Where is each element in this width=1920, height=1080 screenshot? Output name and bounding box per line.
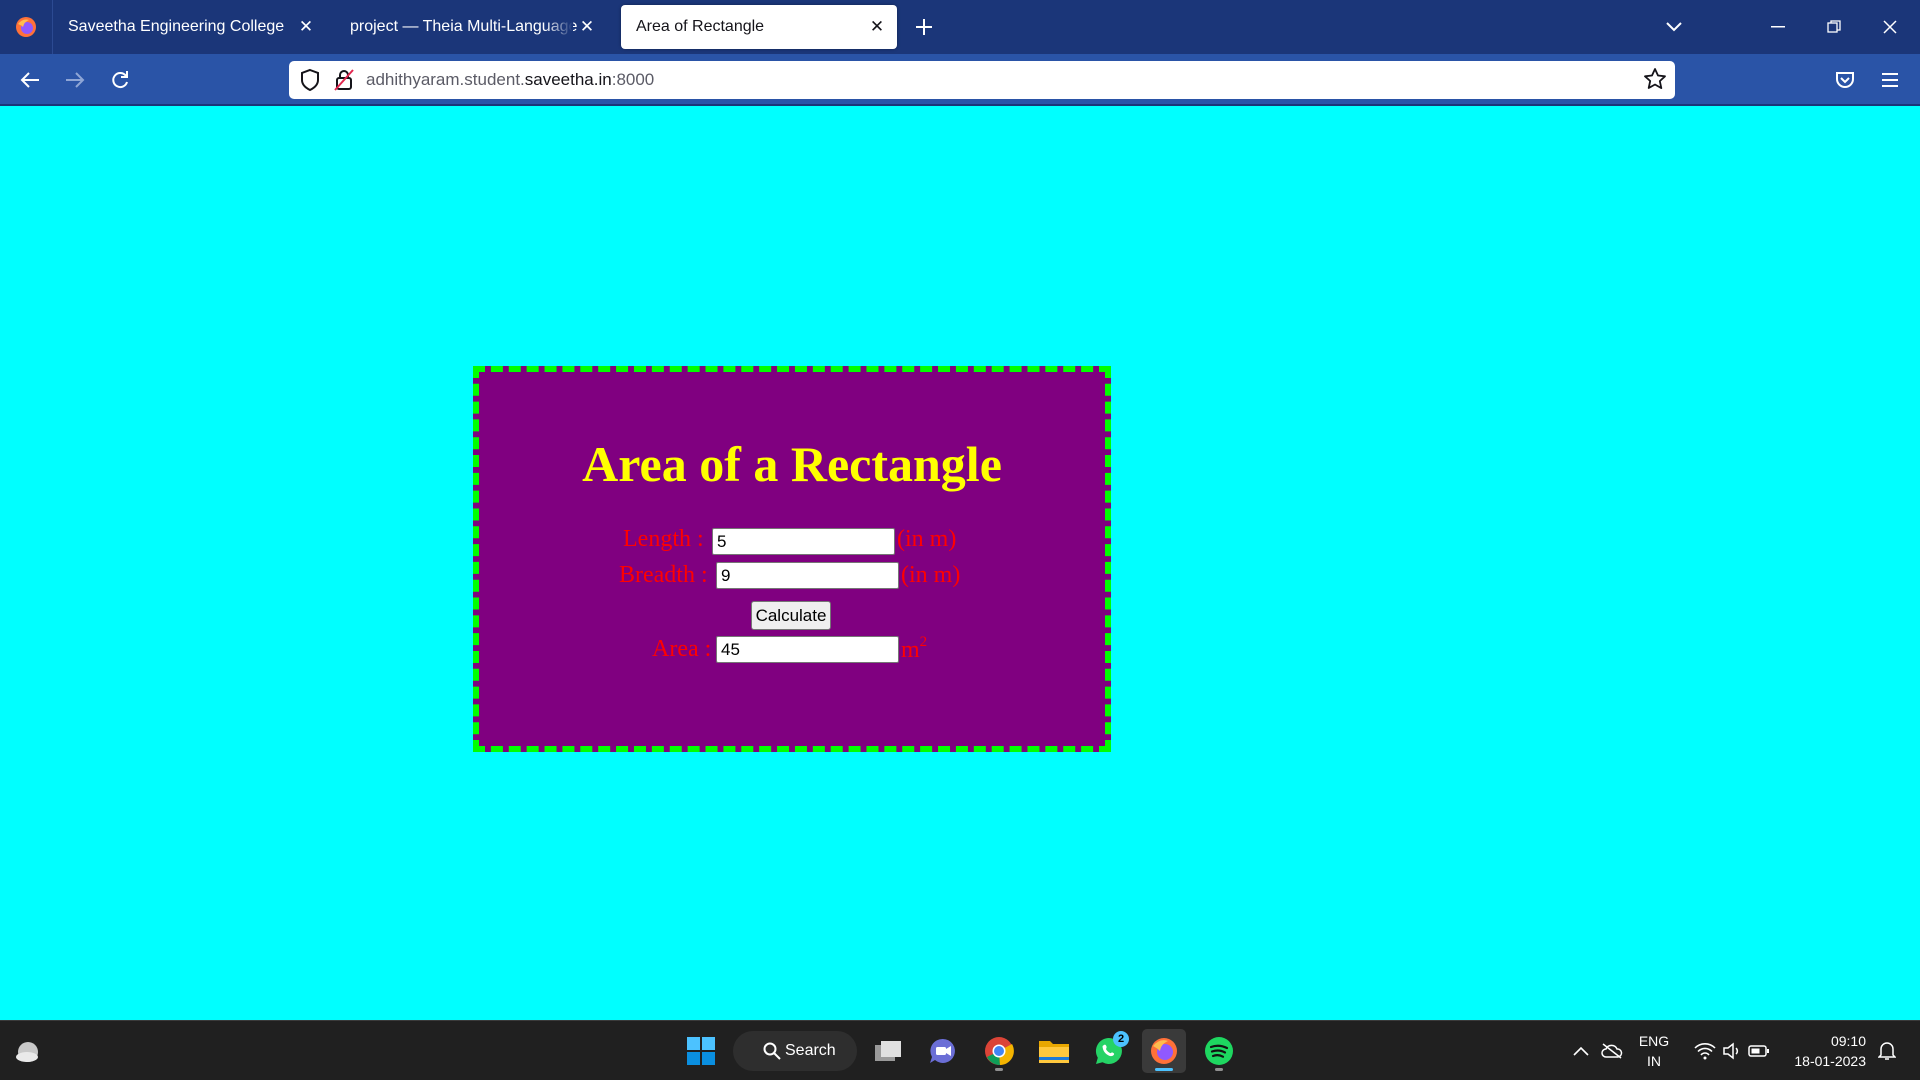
firefox-view-button[interactable] bbox=[0, 0, 53, 54]
volume-icon bbox=[1723, 1042, 1739, 1060]
tab-area-of-rectangle[interactable]: Area of Rectangle ✕ bbox=[621, 5, 897, 49]
address-bar[interactable]: adhithyaram.student.saveetha.in:8000 bbox=[289, 61, 1675, 99]
teams-chat-icon bbox=[930, 1038, 955, 1063]
folder-icon bbox=[1039, 1041, 1069, 1063]
area-row: Area : m2 bbox=[652, 634, 927, 663]
network-volume-battery-group[interactable] bbox=[1688, 1021, 1776, 1080]
length-label: Length : bbox=[623, 526, 704, 552]
language-indicator[interactable]: ENG IN bbox=[1636, 1021, 1672, 1080]
arrow-left-icon bbox=[20, 72, 39, 88]
chevron-down-icon bbox=[1666, 22, 1682, 32]
page-title: Area of a Rectangle bbox=[582, 436, 1002, 492]
task-view-button[interactable] bbox=[866, 1029, 910, 1073]
back-button[interactable] bbox=[12, 62, 48, 98]
wifi-icon bbox=[1694, 1043, 1716, 1060]
file-explorer-button[interactable] bbox=[1032, 1029, 1076, 1073]
chevron-up-icon bbox=[1573, 1046, 1589, 1056]
pocket-button[interactable] bbox=[1827, 62, 1863, 98]
restore-button[interactable] bbox=[1806, 0, 1862, 54]
notifications-button[interactable] bbox=[1872, 1021, 1902, 1080]
hamburger-menu-icon bbox=[1882, 73, 1898, 87]
plus-icon bbox=[916, 19, 932, 35]
teams-chat-button[interactable] bbox=[921, 1029, 965, 1073]
breadth-input[interactable] bbox=[716, 562, 899, 589]
tab-saveetha[interactable]: Saveetha Engineering College ✕ bbox=[53, 5, 326, 49]
tab-title: Saveetha Engineering College bbox=[68, 18, 285, 35]
time-text: 09:10 bbox=[1830, 1033, 1866, 1049]
windows-logo-icon bbox=[687, 1037, 715, 1065]
firefox-icon bbox=[16, 17, 36, 37]
breadth-unit: (in m) bbox=[901, 562, 961, 588]
length-unit: (in m) bbox=[897, 526, 957, 552]
start-button[interactable] bbox=[679, 1029, 723, 1073]
close-icon[interactable]: ✕ bbox=[867, 17, 887, 37]
search-icon bbox=[763, 1042, 781, 1065]
spotify-button[interactable] bbox=[1197, 1029, 1241, 1073]
restore-icon bbox=[1827, 20, 1841, 33]
calculate-button[interactable]: Calculate bbox=[751, 601, 831, 630]
notification-badge: 2 bbox=[1113, 1031, 1129, 1047]
firefox-taskbar-button[interactable] bbox=[1142, 1029, 1186, 1073]
pocket-icon bbox=[1836, 72, 1854, 88]
tracking-protection-icon[interactable] bbox=[299, 68, 321, 97]
web-page: Area of a Rectangle Length : (in m) Brea… bbox=[0, 106, 1920, 1020]
weather-widget[interactable] bbox=[6, 1029, 50, 1073]
minimize-icon bbox=[1771, 26, 1785, 28]
area-output[interactable] bbox=[716, 636, 899, 663]
forward-button[interactable] bbox=[57, 62, 93, 98]
windows-taskbar: Search 2 ENG IN 09:10 18-01-2023 bbox=[0, 1020, 1920, 1080]
onedrive-tray-button[interactable] bbox=[1598, 1021, 1626, 1080]
url-text[interactable]: adhithyaram.student.saveetha.in:8000 bbox=[366, 70, 654, 90]
tab-theia-project[interactable]: project — Theia Multi-Language Ex ✕ bbox=[335, 5, 607, 49]
battery-icon bbox=[1748, 1045, 1769, 1057]
cloud-offline-icon bbox=[1601, 1043, 1623, 1059]
whatsapp-button[interactable]: 2 bbox=[1087, 1029, 1131, 1073]
date-text: 18-01-2023 bbox=[1794, 1053, 1866, 1069]
close-window-button[interactable] bbox=[1862, 0, 1918, 54]
new-tab-button[interactable] bbox=[906, 10, 942, 44]
close-icon[interactable]: ✕ bbox=[296, 17, 316, 37]
taskbar-search[interactable]: Search bbox=[733, 1031, 857, 1071]
task-view-icon bbox=[875, 1041, 901, 1061]
length-row: Length : (in m) bbox=[623, 526, 956, 555]
minimize-button[interactable] bbox=[1750, 0, 1806, 54]
breadth-row: Breadth : (in m) bbox=[619, 562, 960, 589]
list-all-tabs-button[interactable] bbox=[1656, 10, 1692, 44]
notification-bell-icon bbox=[1878, 1042, 1896, 1060]
area-unit: m2 bbox=[901, 634, 928, 663]
chrome-button[interactable] bbox=[977, 1029, 1021, 1073]
length-input[interactable] bbox=[712, 528, 895, 555]
firefox-icon bbox=[1151, 1038, 1177, 1064]
clock[interactable]: 09:10 18-01-2023 bbox=[1786, 1031, 1866, 1071]
arrow-right-icon bbox=[66, 72, 85, 88]
spotify-icon bbox=[1205, 1037, 1233, 1065]
bookmark-star-icon[interactable] bbox=[1643, 67, 1667, 96]
navigation-toolbar: adhithyaram.student.saveetha.in:8000 bbox=[0, 54, 1920, 106]
tab-title: Area of Rectangle bbox=[636, 18, 765, 35]
search-label: Search bbox=[785, 1042, 836, 1059]
close-icon[interactable]: ✕ bbox=[577, 17, 597, 37]
app-menu-button[interactable] bbox=[1872, 62, 1908, 98]
reload-icon bbox=[112, 71, 128, 89]
close-icon bbox=[1883, 20, 1897, 34]
area-calculator-card: Area of a Rectangle Length : (in m) Brea… bbox=[473, 366, 1111, 752]
insecure-lock-icon[interactable] bbox=[333, 68, 355, 97]
tab-strip: Saveetha Engineering College ✕ project —… bbox=[0, 0, 1920, 54]
area-label: Area : bbox=[652, 636, 712, 662]
breadth-label: Breadth : bbox=[619, 562, 708, 588]
chrome-icon bbox=[985, 1037, 1014, 1066]
cloud-icon bbox=[16, 1042, 38, 1062]
reload-button[interactable] bbox=[102, 62, 138, 98]
show-hidden-icons-button[interactable] bbox=[1568, 1021, 1594, 1080]
